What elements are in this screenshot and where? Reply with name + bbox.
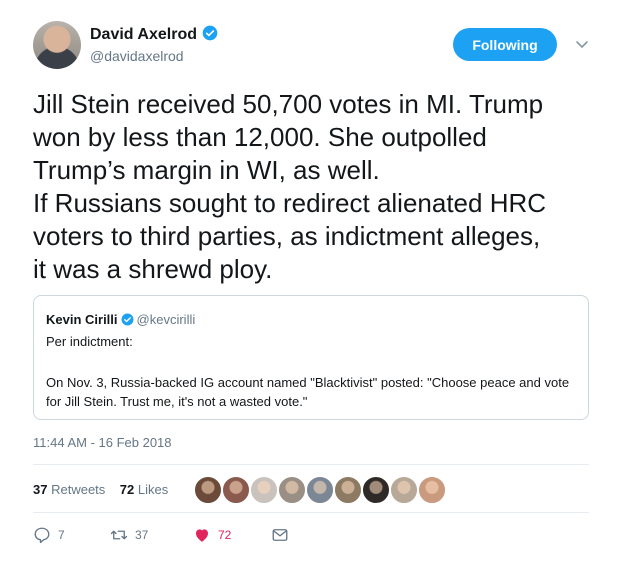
likes-count: 72 — [119, 482, 135, 497]
quoted-text-intro: Per indictment: — [46, 334, 133, 349]
tweet-text: Jill Stein received 50,700 votes in MI. … — [33, 89, 547, 284]
liker-avatar[interactable] — [417, 475, 447, 505]
quoted-author-row[interactable]: Kevin Cirilli @kevcirilli — [46, 312, 195, 327]
liker-avatar[interactable] — [277, 475, 307, 505]
direct-message-button[interactable] — [271, 526, 296, 544]
divider — [33, 464, 589, 465]
retweet-icon — [110, 530, 128, 540]
likes-label: Likes — [137, 482, 169, 497]
like-count: 72 — [218, 528, 232, 542]
quoted-author-handle[interactable]: @kevcirilli — [137, 312, 196, 327]
retweet-count: 37 — [135, 528, 149, 542]
liker-avatar[interactable] — [221, 475, 251, 505]
retweets-count: 37 — [33, 482, 48, 497]
likes-stat[interactable]: 72 Likes — [120, 482, 168, 497]
author-handle[interactable]: @davidaxelrod — [90, 48, 184, 64]
reply-button[interactable]: 7 — [33, 526, 65, 544]
verified-badge-icon — [202, 25, 218, 41]
author-name-row[interactable]: David Axelrod — [90, 25, 218, 44]
retweets-label: Retweets — [51, 482, 106, 497]
author-name[interactable]: David Axelrod — [90, 26, 197, 43]
engagement-stats: 37 Retweets 72 Likes — [33, 482, 168, 497]
liker-avatar[interactable] — [305, 475, 335, 505]
divider — [33, 512, 589, 513]
chevron-down-icon[interactable] — [575, 37, 589, 51]
liker-avatar[interactable] — [193, 475, 223, 505]
liker-avatar[interactable] — [333, 475, 363, 505]
quoted-text-body: On Nov. 3, Russia-backed IG account name… — [46, 375, 570, 409]
retweets-stat[interactable]: 37 Retweets — [33, 482, 105, 497]
quoted-tweet[interactable]: Kevin Cirilli @kevcirilli Per indictment… — [33, 295, 589, 420]
quoted-author-name[interactable]: Kevin Cirilli — [46, 312, 118, 327]
liker-avatar[interactable] — [361, 475, 391, 505]
retweet-button[interactable]: 37 — [110, 526, 148, 544]
liker-avatar[interactable] — [389, 475, 419, 505]
like-button[interactable]: 72 — [193, 526, 231, 544]
reply-count: 7 — [58, 528, 65, 542]
heart-icon — [196, 529, 208, 542]
envelope-icon — [272, 529, 288, 541]
tweet-timestamp[interactable]: 11:44 AM - 16 Feb 2018 — [33, 435, 172, 450]
verified-badge-icon — [121, 313, 133, 326]
liker-avatar[interactable] — [249, 475, 279, 505]
author-avatar[interactable] — [33, 21, 81, 69]
following-button[interactable]: Following — [453, 28, 557, 61]
reply-icon — [34, 527, 50, 544]
